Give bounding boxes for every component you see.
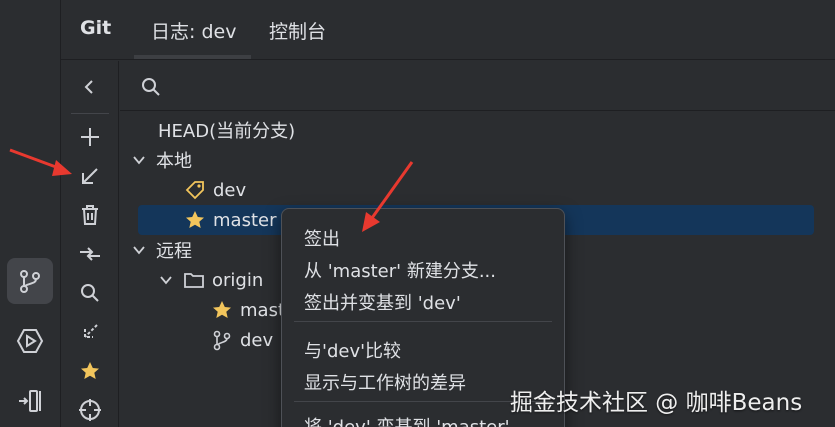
branch-search-input[interactable] — [170, 71, 810, 101]
menu-item-show-diff-with-working-tree[interactable]: 显示与工作树的差异 — [304, 369, 466, 395]
search-icon — [142, 78, 160, 96]
tab-console[interactable]: 控制台 — [269, 17, 326, 44]
fetch-icon — [84, 324, 98, 338]
delete-icon — [82, 205, 98, 225]
update-selected-button[interactable] — [75, 161, 105, 191]
search-branches-button[interactable] — [75, 278, 105, 308]
mark-favorite-button[interactable] — [75, 356, 105, 386]
head-label: HEAD(当前分支) — [158, 121, 296, 142]
chevron-down-icon[interactable] — [130, 241, 148, 259]
collapse-panel-button[interactable] — [75, 72, 105, 102]
tab-log-dev[interactable]: 日志: dev — [151, 17, 236, 44]
folder-icon — [183, 269, 205, 291]
collapse-icon — [84, 80, 93, 94]
search-icon — [81, 284, 99, 302]
branch-search-row — [120, 61, 835, 111]
new-branch-button[interactable] — [75, 122, 105, 152]
branches-action-toolbar — [61, 61, 119, 427]
git-tool-window: Git 日志: dev 控制台 HEAD(当前分支) 本地 dev master… — [0, 0, 835, 427]
git-branch-icon — [20, 270, 40, 293]
delete-branch-button[interactable] — [75, 200, 105, 230]
target-icon — [79, 399, 101, 421]
branch-label: dev — [240, 329, 274, 351]
chevron-down-icon[interactable] — [157, 271, 175, 289]
tree-row-head[interactable]: HEAD(当前分支) — [120, 115, 835, 145]
services-icon — [16, 329, 44, 353]
add-icon — [81, 128, 99, 146]
structure-tool-button[interactable] — [7, 378, 53, 424]
locate-branch-button[interactable] — [75, 395, 105, 425]
tag-icon — [184, 179, 206, 201]
local-group-label: 本地 — [156, 151, 192, 172]
fetch-button[interactable] — [75, 317, 105, 347]
star-icon — [211, 299, 233, 321]
git-tool-button[interactable] — [7, 258, 53, 304]
toolbar-divider — [71, 113, 109, 114]
tree-row-local[interactable]: 本地 — [120, 145, 835, 175]
tree-row-local-dev[interactable]: dev — [120, 175, 835, 205]
git-branch-icon — [211, 329, 233, 351]
active-tab-indicator — [134, 55, 251, 59]
watermark: 掘金技术社区 @ 咖啡Beans — [510, 390, 803, 416]
remote-origin-label: origin — [212, 269, 264, 291]
remote-group-label: 远程 — [156, 241, 192, 262]
tool-window-stripe — [0, 0, 61, 427]
star-icon — [184, 209, 206, 231]
compare-branches-button[interactable] — [75, 239, 105, 269]
menu-item-checkout[interactable]: 签出 — [304, 225, 340, 251]
services-tool-button[interactable] — [7, 318, 53, 364]
branch-label: master — [213, 209, 277, 231]
tool-window-header: Git 日志: dev 控制台 — [61, 0, 835, 60]
update-arrow-icon — [82, 168, 98, 184]
tool-window-title: Git — [80, 17, 112, 39]
star-icon — [81, 362, 99, 379]
branch-label: dev — [213, 179, 247, 201]
compare-icon — [80, 247, 100, 261]
structure-icon — [19, 390, 41, 412]
menu-item-rebase-onto[interactable]: 将 'dev' 变基到 'master' — [304, 413, 510, 427]
menu-item-new-branch-from[interactable]: 从 'master' 新建分支... — [304, 257, 496, 283]
menu-divider — [294, 321, 552, 322]
chevron-down-icon[interactable] — [130, 151, 148, 169]
menu-item-compare-with[interactable]: 与'dev'比较 — [304, 337, 401, 363]
menu-item-checkout-and-rebase[interactable]: 签出并变基到 'dev' — [304, 289, 461, 315]
